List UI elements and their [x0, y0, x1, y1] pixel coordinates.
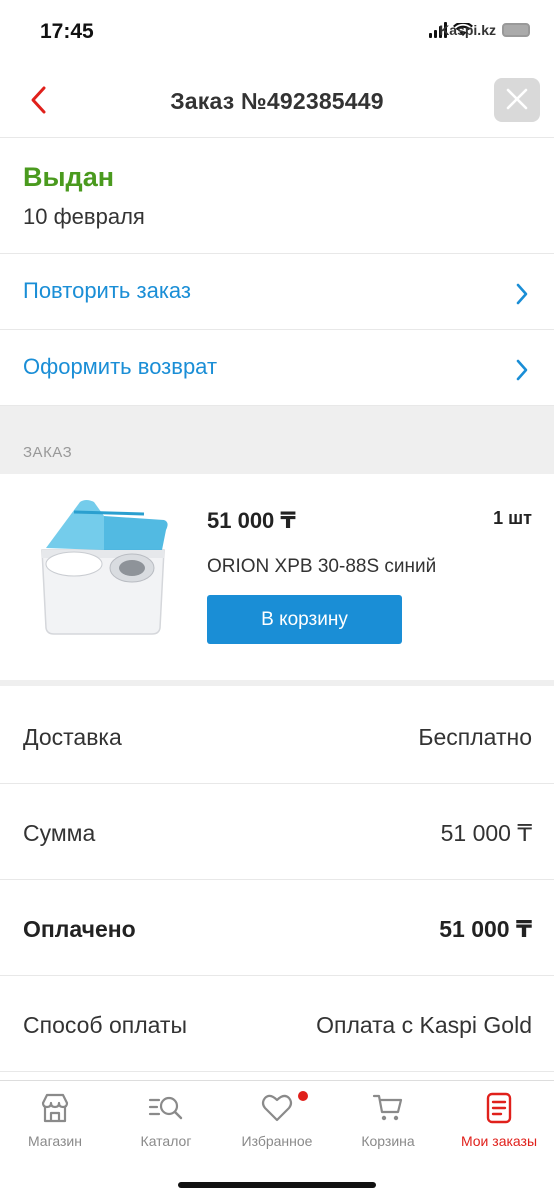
tab-cart-label: Корзина — [361, 1133, 415, 1149]
payment-method-value: Оплата с Kaspi Gold — [316, 1012, 532, 1038]
paid-label: Оплачено — [23, 916, 136, 942]
return-order-label: Оформить возврат — [23, 354, 218, 379]
product-name[interactable]: ORION XPB 30-88S синий — [207, 556, 436, 578]
payment-method-label: Способ оплаты — [23, 1012, 187, 1038]
add-to-cart-button[interactable]: В корзину — [207, 595, 402, 644]
tab-favorites[interactable]: Избранное — [222, 1091, 332, 1151]
close-button[interactable] — [494, 78, 540, 122]
delivery-value: Бесплатно — [418, 724, 532, 750]
watermark: Kaspi.kz — [439, 22, 496, 38]
battery-icon — [502, 23, 530, 37]
page-title: Заказ №492385449 — [170, 88, 384, 114]
tab-favorites-label: Избранное — [241, 1133, 313, 1149]
notification-dot — [298, 1091, 308, 1101]
section-title: ЗАКАЗ — [23, 444, 73, 461]
order-status-block: Выдан 10 февраля — [0, 138, 554, 254]
delivery-label: Доставка — [23, 724, 122, 750]
product-price: 51 000 ₸ — [207, 508, 296, 533]
sum-row: Сумма 51 000 ₸ — [0, 784, 554, 880]
repeat-order-label: Повторить заказ — [23, 278, 191, 303]
store-icon — [41, 1093, 69, 1123]
delivery-row: Доставка Бесплатно — [0, 688, 554, 784]
tab-catalog-label: Каталог — [140, 1133, 192, 1149]
orders-icon — [486, 1092, 512, 1124]
home-indicator — [178, 1182, 376, 1188]
return-order-row[interactable]: Оформить возврат — [0, 330, 554, 406]
status-bar: 17:45 Kaspi.kz — [0, 0, 554, 64]
product-quantity: 1 шт — [493, 508, 532, 528]
tab-my-orders-label: Мои заказы — [460, 1133, 538, 1149]
repeat-order-row[interactable]: Повторить заказ — [0, 254, 554, 330]
header: Заказ №492385449 — [0, 64, 554, 138]
cart-icon — [372, 1094, 403, 1121]
tab-store-label: Магазин — [27, 1133, 82, 1149]
product-card: 51 000 ₸ 1 шт ORION XPB 30-88S синий В к… — [0, 474, 554, 686]
status-time: 17:45 — [40, 20, 94, 43]
sum-label: Сумма — [23, 820, 96, 846]
tab-store[interactable]: Магазин — [0, 1091, 110, 1151]
chevron-right-icon — [516, 283, 528, 305]
section-header: ЗАКАЗ — [0, 406, 554, 474]
tab-cart[interactable]: Корзина — [333, 1091, 443, 1151]
order-date: 10 февраля — [23, 204, 145, 229]
catalog-search-icon — [148, 1096, 183, 1120]
heart-icon — [261, 1094, 293, 1122]
close-icon — [506, 88, 528, 110]
tab-catalog[interactable]: Каталог — [111, 1091, 221, 1151]
order-status: Выдан — [23, 162, 115, 192]
payment-method-row: Способ оплаты Оплата с Kaspi Gold — [0, 976, 554, 1072]
washing-machine-image[interactable] — [34, 498, 174, 638]
sum-value: 51 000 ₸ — [440, 820, 532, 846]
chevron-right-icon — [516, 359, 528, 381]
paid-value: 51 000 ₸ — [439, 916, 532, 942]
paid-row: Оплачено 51 000 ₸ — [0, 880, 554, 976]
status-icons: Kaspi.kz — [429, 22, 530, 38]
tab-my-orders[interactable]: Мои заказы — [444, 1091, 554, 1151]
